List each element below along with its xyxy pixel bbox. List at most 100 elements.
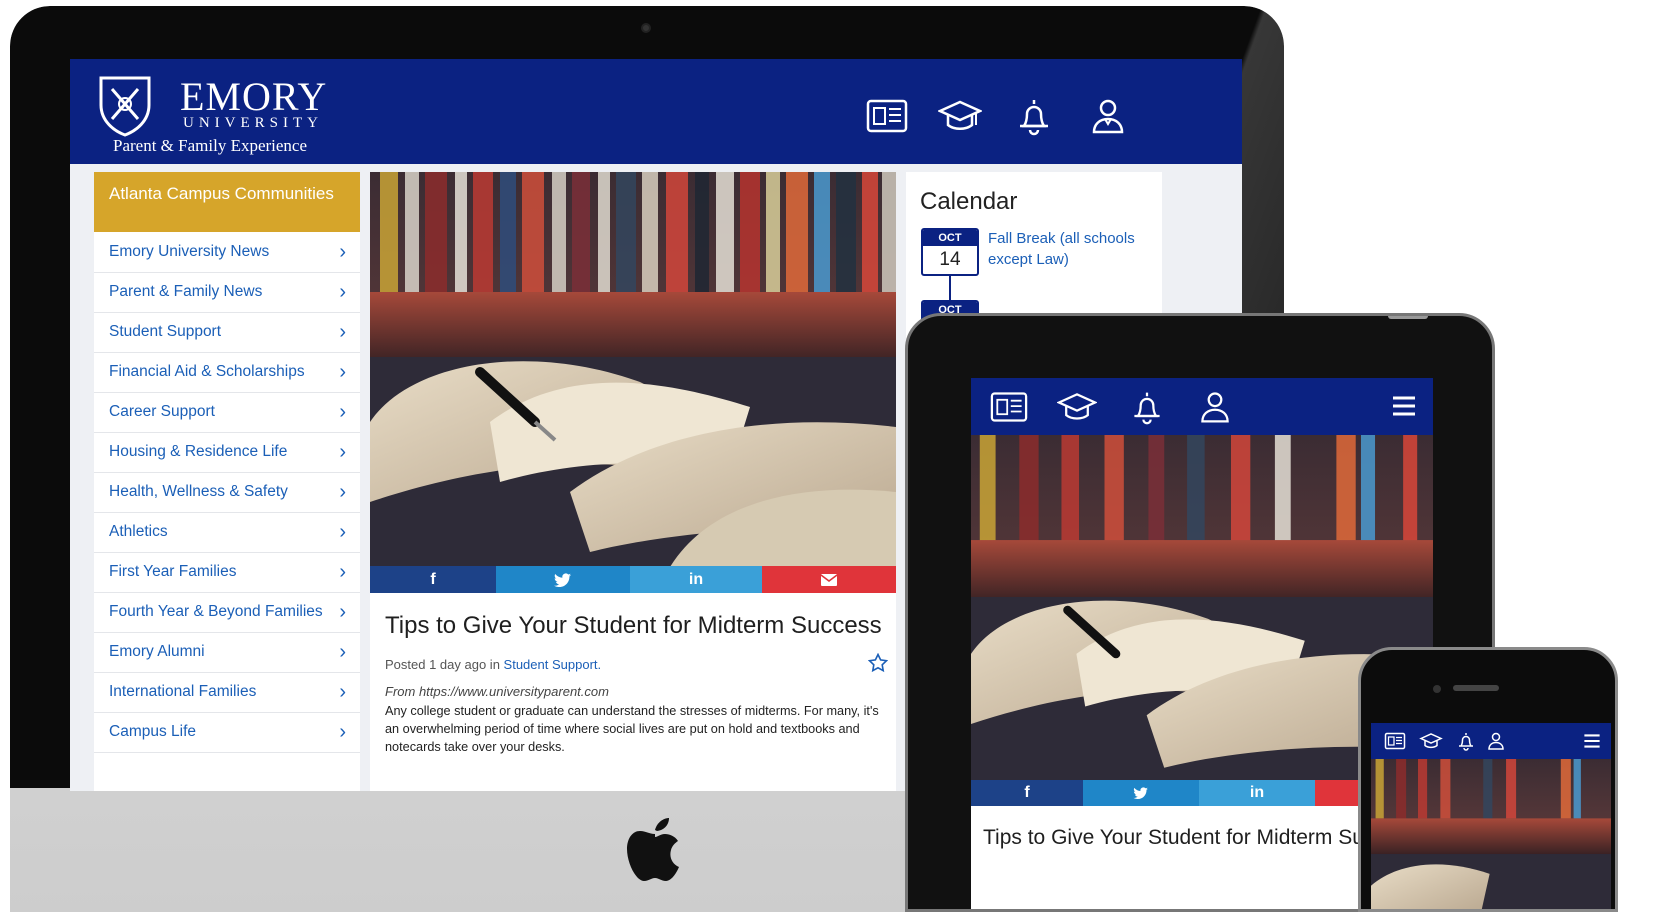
news-icon[interactable] bbox=[1383, 731, 1407, 751]
site-header: EMORY UNIVERSITY Parent & Family Experie… bbox=[70, 59, 1242, 164]
sidebar: Atlanta Campus Communities Emory Univers… bbox=[94, 172, 360, 791]
sidebar-item-label: Emory Alumni bbox=[109, 643, 205, 660]
graduation-cap-icon[interactable] bbox=[938, 96, 982, 136]
hamburger-menu-icon[interactable] bbox=[1391, 395, 1417, 417]
article-source: From https://www.universityparent.com bbox=[385, 684, 609, 699]
twitter-icon bbox=[1133, 787, 1148, 799]
chevron-right-icon: › bbox=[339, 361, 346, 383]
article-meta: Posted 1 day ago in Student Support. bbox=[385, 657, 601, 672]
brand-tagline: Parent & Family Experience bbox=[113, 136, 308, 155]
chevron-right-icon: › bbox=[339, 721, 346, 743]
sidebar-item-label: Health, Wellness & Safety bbox=[109, 483, 288, 500]
chevron-right-icon: › bbox=[339, 281, 346, 303]
sidebar-item-label: Campus Life bbox=[109, 723, 197, 740]
posted-text: Posted 1 day ago in bbox=[385, 657, 500, 672]
sidebar-item[interactable]: Financial Aid & Scholarships › bbox=[94, 352, 360, 393]
share-facebook-button[interactable]: f bbox=[971, 780, 1083, 806]
graduation-cap-icon[interactable] bbox=[1419, 731, 1443, 751]
sidebar-item[interactable]: Career Support › bbox=[94, 392, 360, 433]
share-linkedin-button[interactable]: in bbox=[1199, 780, 1315, 806]
front-camera bbox=[1433, 685, 1441, 693]
sidebar-item-label: Athletics bbox=[109, 523, 168, 540]
article-title[interactable]: Tips to Give Your Student for Midterm Su… bbox=[385, 612, 882, 640]
sidebar-item[interactable]: Emory Alumni › bbox=[94, 632, 360, 673]
timeline-connector bbox=[949, 276, 951, 300]
star-icon[interactable] bbox=[868, 653, 888, 673]
share-facebook-button[interactable]: f bbox=[370, 566, 496, 593]
ipad-button bbox=[1388, 316, 1428, 319]
sidebar-item[interactable]: International Families › bbox=[94, 672, 360, 713]
linkedin-icon: in bbox=[1249, 784, 1265, 801]
linkedin-icon: in bbox=[688, 571, 704, 588]
event-month: OCT bbox=[923, 230, 977, 246]
chevron-right-icon: › bbox=[339, 681, 346, 703]
sidebar-item[interactable]: Athletics › bbox=[94, 512, 360, 553]
bell-icon[interactable] bbox=[1012, 96, 1056, 136]
chevron-right-icon: › bbox=[339, 561, 346, 583]
sidebar-item[interactable]: Fourth Year & Beyond Families › bbox=[94, 592, 360, 633]
calendar-event-link[interactable]: Fall Break (all schools except Law) bbox=[988, 228, 1158, 270]
news-icon[interactable] bbox=[865, 96, 909, 136]
sidebar-item[interactable]: Campus Life › bbox=[94, 712, 360, 753]
tablet-article-title[interactable]: Tips to Give Your Student for Midterm Su bbox=[983, 826, 1364, 850]
share-twitter-button[interactable] bbox=[496, 566, 630, 593]
share-linkedin-button[interactable]: in bbox=[630, 566, 762, 593]
chevron-right-icon: › bbox=[339, 441, 346, 463]
calendar-title: Calendar bbox=[920, 188, 1018, 215]
brand-subtitle: UNIVERSITY bbox=[183, 115, 323, 131]
brand-name[interactable]: EMORY bbox=[180, 73, 327, 120]
graduation-cap-icon[interactable] bbox=[1057, 389, 1097, 425]
tablet-header bbox=[971, 378, 1433, 435]
article-excerpt: Any college student or graduate can unde… bbox=[385, 704, 879, 754]
category-link[interactable]: Student Support. bbox=[504, 657, 602, 672]
article-card: f in Tips to Give Your Student for Midte… bbox=[370, 172, 896, 791]
speaker-grille bbox=[1453, 685, 1499, 691]
chevron-right-icon: › bbox=[339, 321, 346, 343]
twitter-icon bbox=[554, 573, 571, 587]
apple-logo-icon bbox=[627, 818, 679, 881]
sidebar-item[interactable]: First Year Families › bbox=[94, 552, 360, 593]
calendar-date-badge[interactable]: OCT 14 bbox=[921, 228, 979, 276]
sidebar-item-label: Parent & Family News bbox=[109, 283, 263, 300]
event-day: 14 bbox=[939, 249, 961, 270]
hero-image-books[interactable] bbox=[1371, 759, 1611, 912]
user-icon[interactable] bbox=[1195, 389, 1235, 425]
bell-icon[interactable] bbox=[1127, 389, 1167, 425]
share-twitter-button[interactable] bbox=[1083, 780, 1199, 806]
facebook-icon: f bbox=[1024, 784, 1030, 801]
chevron-right-icon: › bbox=[339, 641, 346, 663]
sidebar-item-label: First Year Families bbox=[109, 563, 237, 580]
sidebar-item-label: Student Support bbox=[109, 323, 222, 340]
user-icon[interactable] bbox=[1086, 96, 1130, 136]
sidebar-item[interactable]: Parent & Family News › bbox=[94, 272, 360, 313]
sidebar-item-label: Emory University News bbox=[109, 243, 270, 260]
sidebar-item[interactable]: Emory University News › bbox=[94, 232, 360, 273]
sidebar-item-label: International Families bbox=[109, 683, 257, 700]
email-icon bbox=[820, 573, 838, 586]
sidebar-item-label: Fourth Year & Beyond Families bbox=[109, 603, 323, 620]
emory-shield-logo-icon[interactable] bbox=[98, 75, 152, 137]
bell-icon[interactable] bbox=[1455, 731, 1477, 751]
sidebar-item-label: Housing & Residence Life bbox=[109, 443, 288, 460]
sidebar-heading: Atlanta Campus Communities bbox=[94, 172, 360, 232]
sidebar-item[interactable]: Student Support › bbox=[94, 312, 360, 353]
hamburger-menu-icon[interactable] bbox=[1583, 733, 1601, 749]
sidebar-item[interactable]: Health, Wellness & Safety › bbox=[94, 472, 360, 513]
chevron-right-icon: › bbox=[339, 241, 346, 263]
sidebar-item-label: Career Support bbox=[109, 403, 215, 420]
phone-screen bbox=[1371, 723, 1611, 912]
chevron-right-icon: › bbox=[339, 521, 346, 543]
share-email-button[interactable] bbox=[762, 566, 896, 593]
facebook-icon: f bbox=[430, 571, 436, 588]
hero-image-books[interactable] bbox=[370, 172, 896, 566]
chevron-right-icon: › bbox=[339, 481, 346, 503]
sidebar-item-label: Financial Aid & Scholarships bbox=[109, 363, 305, 380]
camera bbox=[641, 23, 651, 33]
chevron-right-icon: › bbox=[339, 401, 346, 423]
iphone-device bbox=[1358, 647, 1618, 912]
user-icon[interactable] bbox=[1485, 731, 1507, 751]
phone-header bbox=[1371, 723, 1611, 759]
chevron-right-icon: › bbox=[339, 601, 346, 623]
sidebar-item[interactable]: Housing & Residence Life › bbox=[94, 432, 360, 473]
news-icon[interactable] bbox=[989, 389, 1029, 425]
